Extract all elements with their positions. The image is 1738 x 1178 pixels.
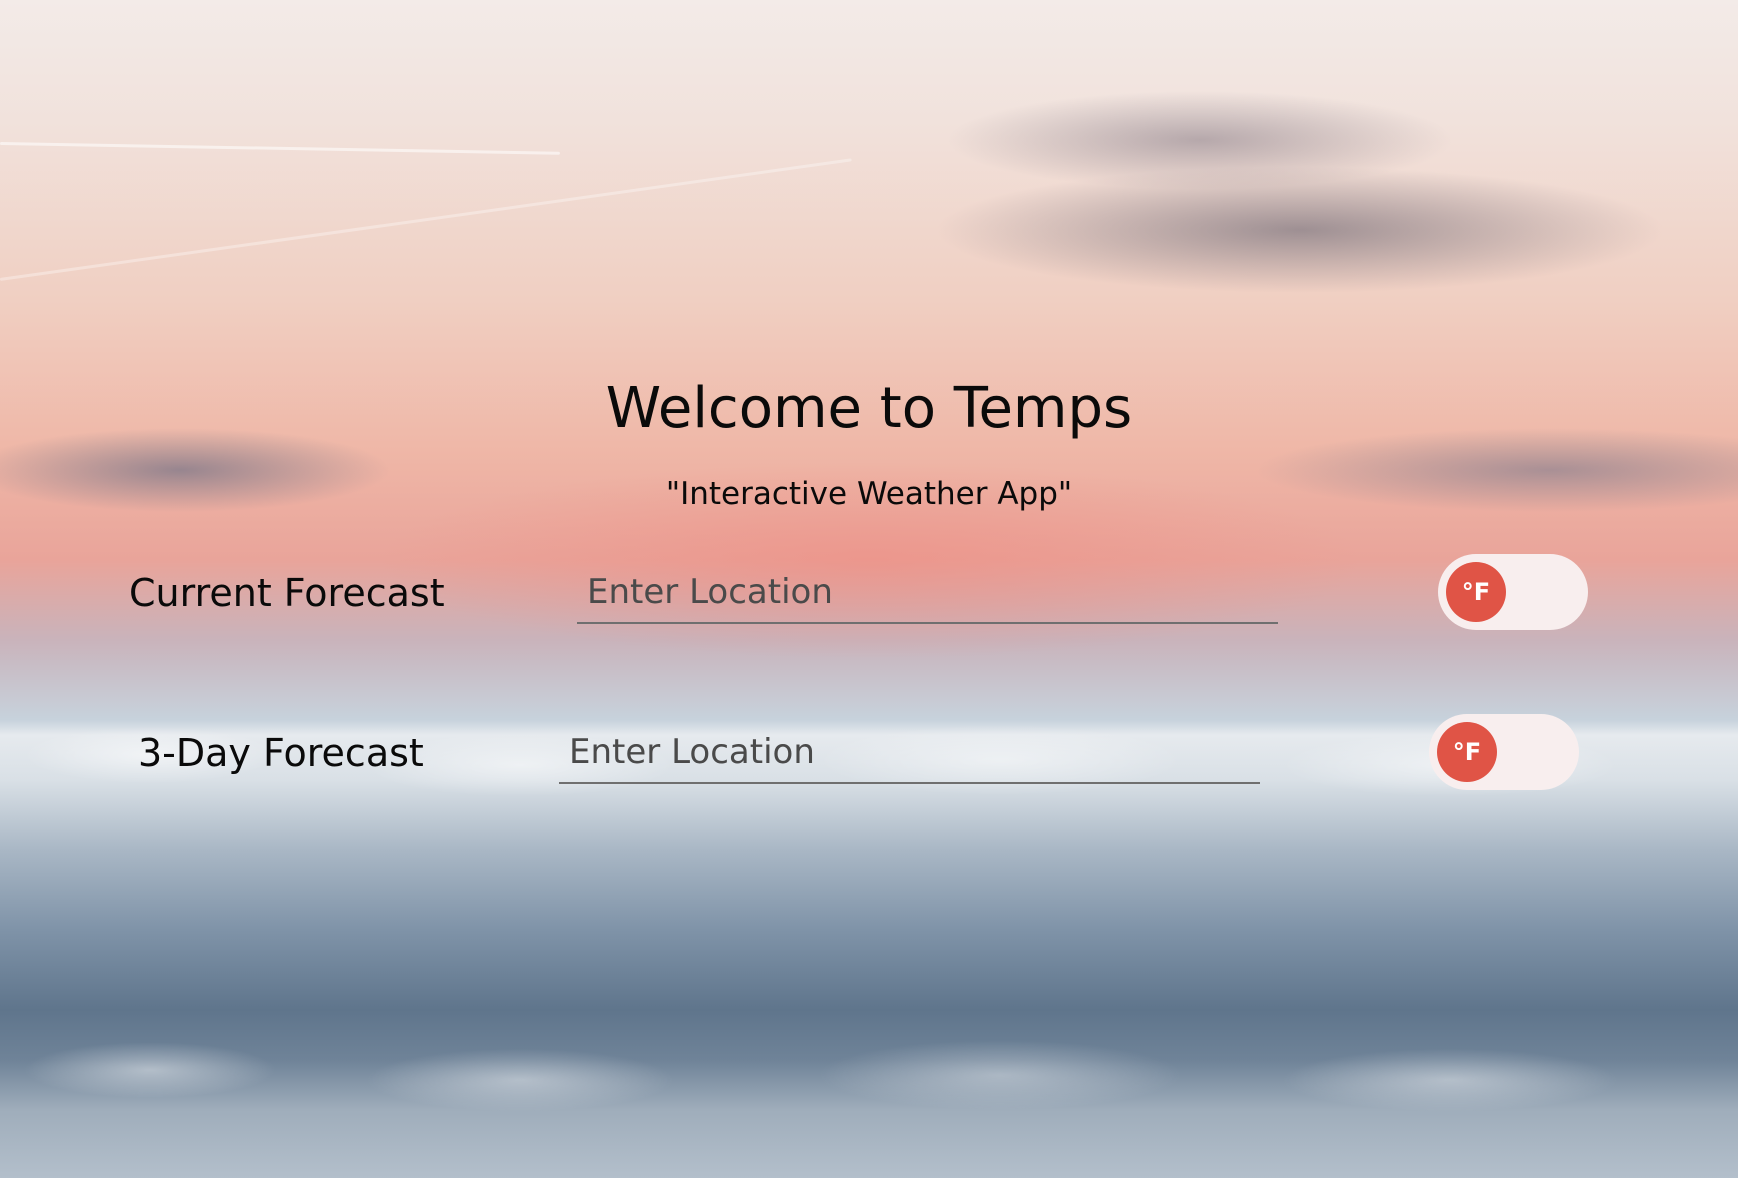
unit-toggle-knob: °F bbox=[1437, 722, 1497, 782]
current-forecast-location-input[interactable] bbox=[577, 562, 1278, 624]
unit-toggle-knob: °F bbox=[1446, 562, 1506, 622]
three-day-forecast-location-input[interactable] bbox=[559, 722, 1260, 784]
three-day-forecast-label: 3-Day Forecast bbox=[138, 731, 424, 775]
current-forecast-label: Current Forecast bbox=[129, 571, 445, 615]
cloud-layer bbox=[0, 1040, 1738, 1130]
three-day-forecast-unit-toggle[interactable]: °F bbox=[1429, 714, 1579, 790]
current-forecast-unit-toggle[interactable]: °F bbox=[1438, 554, 1588, 630]
page-title: Welcome to Temps bbox=[605, 376, 1133, 441]
page-subtitle: "Interactive Weather App" bbox=[665, 476, 1073, 512]
